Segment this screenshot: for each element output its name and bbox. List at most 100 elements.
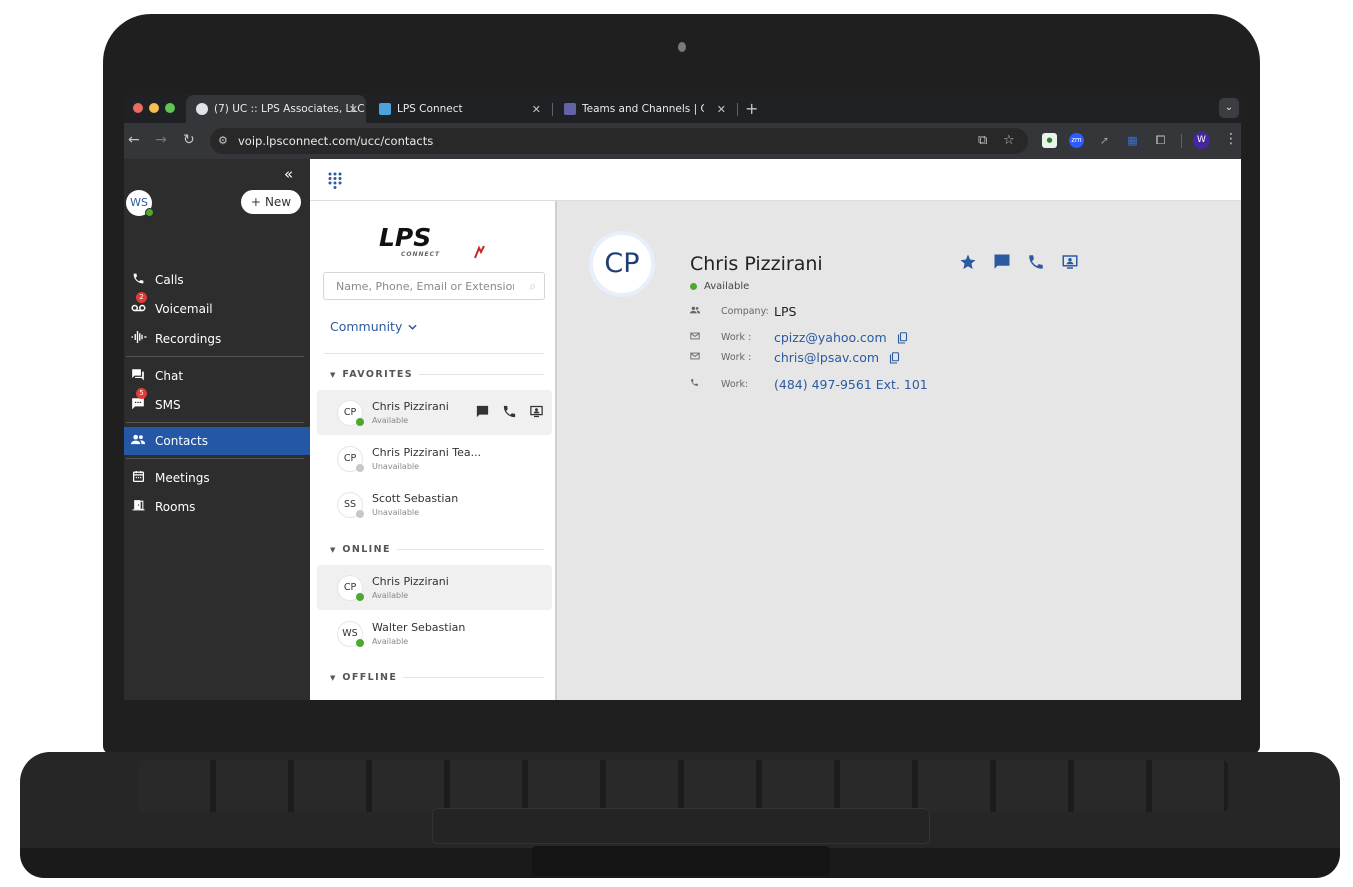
favorite-star-icon[interactable] <box>959 253 977 271</box>
url-text[interactable]: voip.lpsconnect.com/ucc/contacts <box>238 134 433 148</box>
presence-available-dot <box>356 639 364 647</box>
section-header-online[interactable]: ▼ ONLINE <box>330 544 544 555</box>
sidebar-item-meetings[interactable]: Meetings <box>124 464 310 492</box>
sidebar-item-sms[interactable]: 5 SMS <box>124 388 310 419</box>
tab-separator <box>737 103 738 116</box>
contact-search[interactable]: ⌕ <box>323 272 545 300</box>
profile-avatar[interactable]: W <box>1193 132 1210 149</box>
lps-connect-favicon <box>379 103 391 115</box>
contact-row[interactable]: CP Chris Pizzirani Available <box>317 390 552 435</box>
evernote-extension-icon[interactable]: ● <box>1042 133 1057 148</box>
sidebar-item-rooms[interactable]: Rooms <box>124 493 310 521</box>
sms-icon <box>130 397 146 414</box>
close-tab-icon[interactable]: ✕ <box>532 103 541 116</box>
sidebar-item-label: Chat <box>155 369 184 383</box>
community-filter-dropdown[interactable]: Community <box>330 319 417 334</box>
tab-search-button[interactable]: ⌄ <box>1219 98 1239 118</box>
tab-title: Teams and Channels | Custon <box>582 103 704 115</box>
new-tab-button[interactable]: + <box>745 99 758 118</box>
phone-icon <box>130 272 146 289</box>
close-tab-icon[interactable]: ✕ <box>349 103 358 116</box>
video-meeting-icon[interactable] <box>1061 253 1079 271</box>
touchpad <box>432 808 930 844</box>
teams-favicon <box>564 103 576 115</box>
lps-connect-logo: LPS CONNECT <box>379 224 485 259</box>
window-zoom-button[interactable] <box>165 103 175 113</box>
reload-icon[interactable]: ↻ <box>183 132 195 148</box>
bookmark-star-icon[interactable]: ☆ <box>1003 133 1015 148</box>
panel-divider <box>324 353 544 354</box>
forward-icon[interactable]: → <box>155 132 167 148</box>
sidebar-item-chat[interactable]: Chat <box>124 362 310 390</box>
waveform-icon <box>130 330 147 348</box>
window-minimize-button[interactable] <box>149 103 159 113</box>
section-header-offline[interactable]: ▼ OFFLINE <box>330 672 544 683</box>
collapse-triangle-icon: ▼ <box>330 545 336 554</box>
contact-avatar: WS <box>337 621 364 647</box>
nav-divider <box>126 422 304 423</box>
sidebar-item-voicemail[interactable]: 2 Voicemail <box>124 292 310 323</box>
contact-detail: CP Chris Pizzirani Available Company: LP… <box>557 201 1241 700</box>
contact-name: Chris Pizzirani Tea... <box>372 446 482 459</box>
sidebar-item-recordings[interactable]: Recordings <box>124 325 310 353</box>
browser-tab-teams[interactable]: Teams and Channels | Custon ✕ <box>554 95 734 123</box>
zoom-extension-icon[interactable]: zm <box>1069 133 1084 148</box>
sidebar-item-contacts[interactable]: Contacts <box>124 427 310 455</box>
logo-text: LPS <box>379 224 431 252</box>
phone-icon[interactable] <box>1027 253 1045 271</box>
close-tab-icon[interactable]: ✕ <box>717 103 726 116</box>
company-icon <box>690 306 700 317</box>
field-value[interactable]: cpizz@yahoo.com <box>774 330 887 345</box>
contact-row[interactable]: CP Chris Pizzirani Tea... Unavailable <box>317 436 552 481</box>
phone-icon[interactable] <box>502 404 517 419</box>
copy-icon[interactable] <box>889 351 900 364</box>
chat-icon[interactable] <box>993 253 1011 271</box>
video-meeting-icon[interactable] <box>529 404 544 419</box>
section-title: OFFLINE <box>342 672 398 683</box>
back-icon[interactable]: ← <box>128 132 140 148</box>
browser-menu-icon[interactable]: ⋮ <box>1224 131 1238 147</box>
dialpad-extension-icon[interactable]: ▦ <box>1125 133 1140 148</box>
contact-row[interactable]: WS Walter Sebastian Available <box>317 611 552 656</box>
contact-row[interactable]: CP Chris Pizzirani Available <box>317 565 552 610</box>
copy-icon[interactable] <box>897 331 908 344</box>
browser-toolbar: ← → ↻ ⚙ voip.lpsconnect.com/ucc/contacts… <box>124 123 1241 159</box>
lps-uc-favicon <box>196 103 208 115</box>
sidebar-item-calls[interactable]: Calls <box>124 266 310 294</box>
phone-link[interactable]: (484) 497-9561 Ext. 101 <box>774 377 928 392</box>
extensions-puzzle-icon[interactable]: ⧠ <box>1153 133 1168 148</box>
browser-tab-lps-connect[interactable]: LPS Connect ✕ <box>369 95 549 123</box>
screen: (7) UC :: LPS Associates, LLC ✕ LPS Conn… <box>124 95 1241 700</box>
field-value[interactable]: chris@lpsav.com <box>774 350 879 365</box>
presence-available-dot <box>145 208 154 217</box>
chat-icon[interactable] <box>475 404 490 419</box>
contact-status: Available <box>372 591 409 600</box>
contact-row-actions <box>475 404 544 419</box>
section-header-favorites[interactable]: ▼ FAVORITES <box>330 369 544 380</box>
contact-search-input[interactable] <box>324 273 514 299</box>
app-top-bar <box>310 159 1241 201</box>
window-close-button[interactable] <box>133 103 143 113</box>
contact-initials: CP <box>343 407 357 418</box>
email-link[interactable]: cpizz@yahoo.com <box>774 330 908 345</box>
contact-name: Chris Pizzirani <box>372 575 449 588</box>
contact-row[interactable]: SS Scott Sebastian Unavailable <box>317 482 552 527</box>
open-in-app-icon[interactable]: ⧉ <box>978 133 987 148</box>
new-button[interactable]: + New <box>241 190 301 214</box>
address-bar[interactable]: ⚙ voip.lpsconnect.com/ucc/contacts ⧉ ☆ <box>210 128 1028 154</box>
user-avatar[interactable]: WS <box>126 190 154 217</box>
logo-subtext: CONNECT <box>401 251 440 258</box>
email-link[interactable]: chris@lpsav.com <box>774 350 900 365</box>
nav-divider <box>126 356 304 357</box>
arrow-extension-icon[interactable]: ➚ <box>1097 133 1112 148</box>
contacts-panel: LPS CONNECT ⌕ Community ▼ FAVORITES CP <box>310 201 557 700</box>
email-icon <box>690 332 700 343</box>
browser-tab-uc[interactable]: (7) UC :: LPS Associates, LLC ✕ <box>186 95 366 123</box>
search-icon[interactable]: ⌕ <box>529 279 536 294</box>
email-field: Work : cpizz@yahoo.com <box>690 330 907 345</box>
site-settings-icon[interactable]: ⚙ <box>218 134 228 147</box>
laptop-hinge-notch <box>532 846 830 876</box>
dialpad-icon[interactable] <box>328 172 342 190</box>
contact-avatar: CP <box>337 575 364 601</box>
collapse-sidebar-icon[interactable]: « <box>284 165 293 183</box>
